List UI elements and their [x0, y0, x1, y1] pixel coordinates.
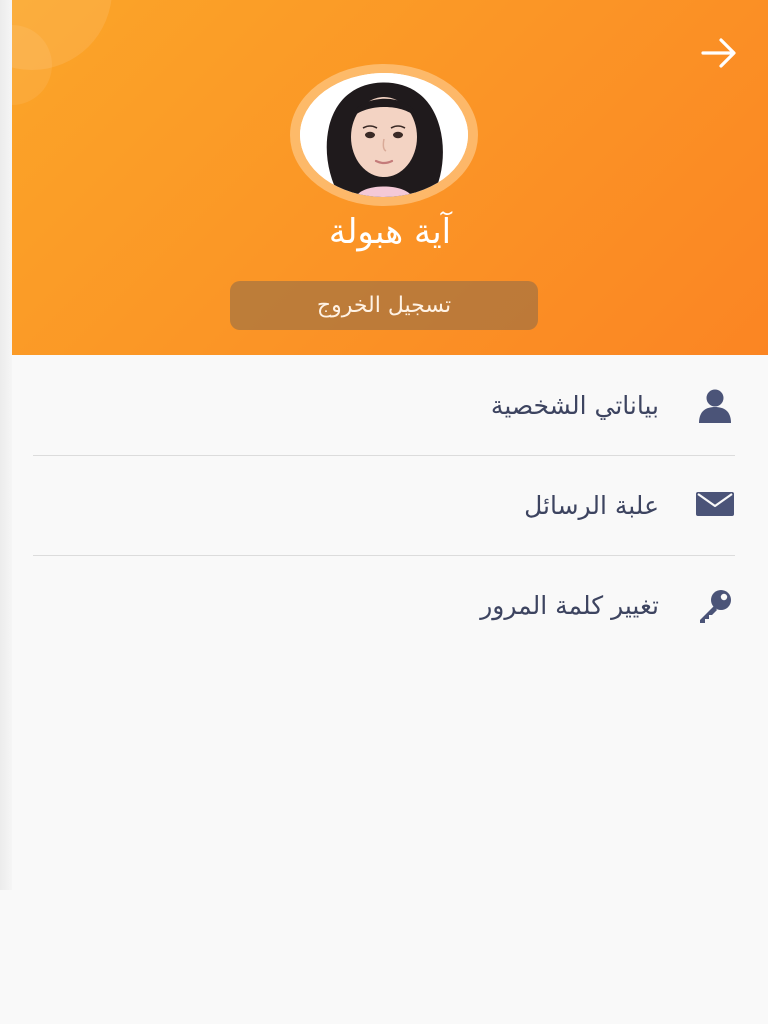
key-icon [695, 586, 735, 626]
menu-item-label: بياناتي الشخصية [490, 391, 659, 420]
arrow-right-icon [701, 38, 736, 68]
logout-button[interactable]: تسجيل الخروج [230, 281, 538, 330]
menu-item-personal-data[interactable]: بياناتي الشخصية [33, 356, 735, 456]
profile-header: آية هبولة تسجيل الخروج [12, 0, 768, 355]
underlying-page-edge [0, 0, 12, 890]
menu-item-label: تغيير كلمة المرور [480, 591, 659, 620]
envelope-icon [695, 486, 735, 526]
menu-item-inbox[interactable]: علبة الرسائل [33, 456, 735, 556]
profile-menu: بياناتي الشخصية علبة الرسائل تغيير كلمة … [33, 356, 735, 655]
user-name: آية هبولة [328, 212, 452, 252]
menu-item-label: علبة الرسائل [524, 491, 659, 520]
menu-item-change-password[interactable]: تغيير كلمة المرور [33, 556, 735, 655]
user-icon [695, 386, 735, 426]
back-button[interactable] [698, 32, 740, 74]
app-screen: آية هبولة تسجيل الخروج بياناتي الشخصية ع… [0, 0, 768, 1024]
avatar-ring [290, 64, 478, 206]
avatar[interactable] [300, 73, 468, 197]
avatar-photo [300, 73, 468, 197]
